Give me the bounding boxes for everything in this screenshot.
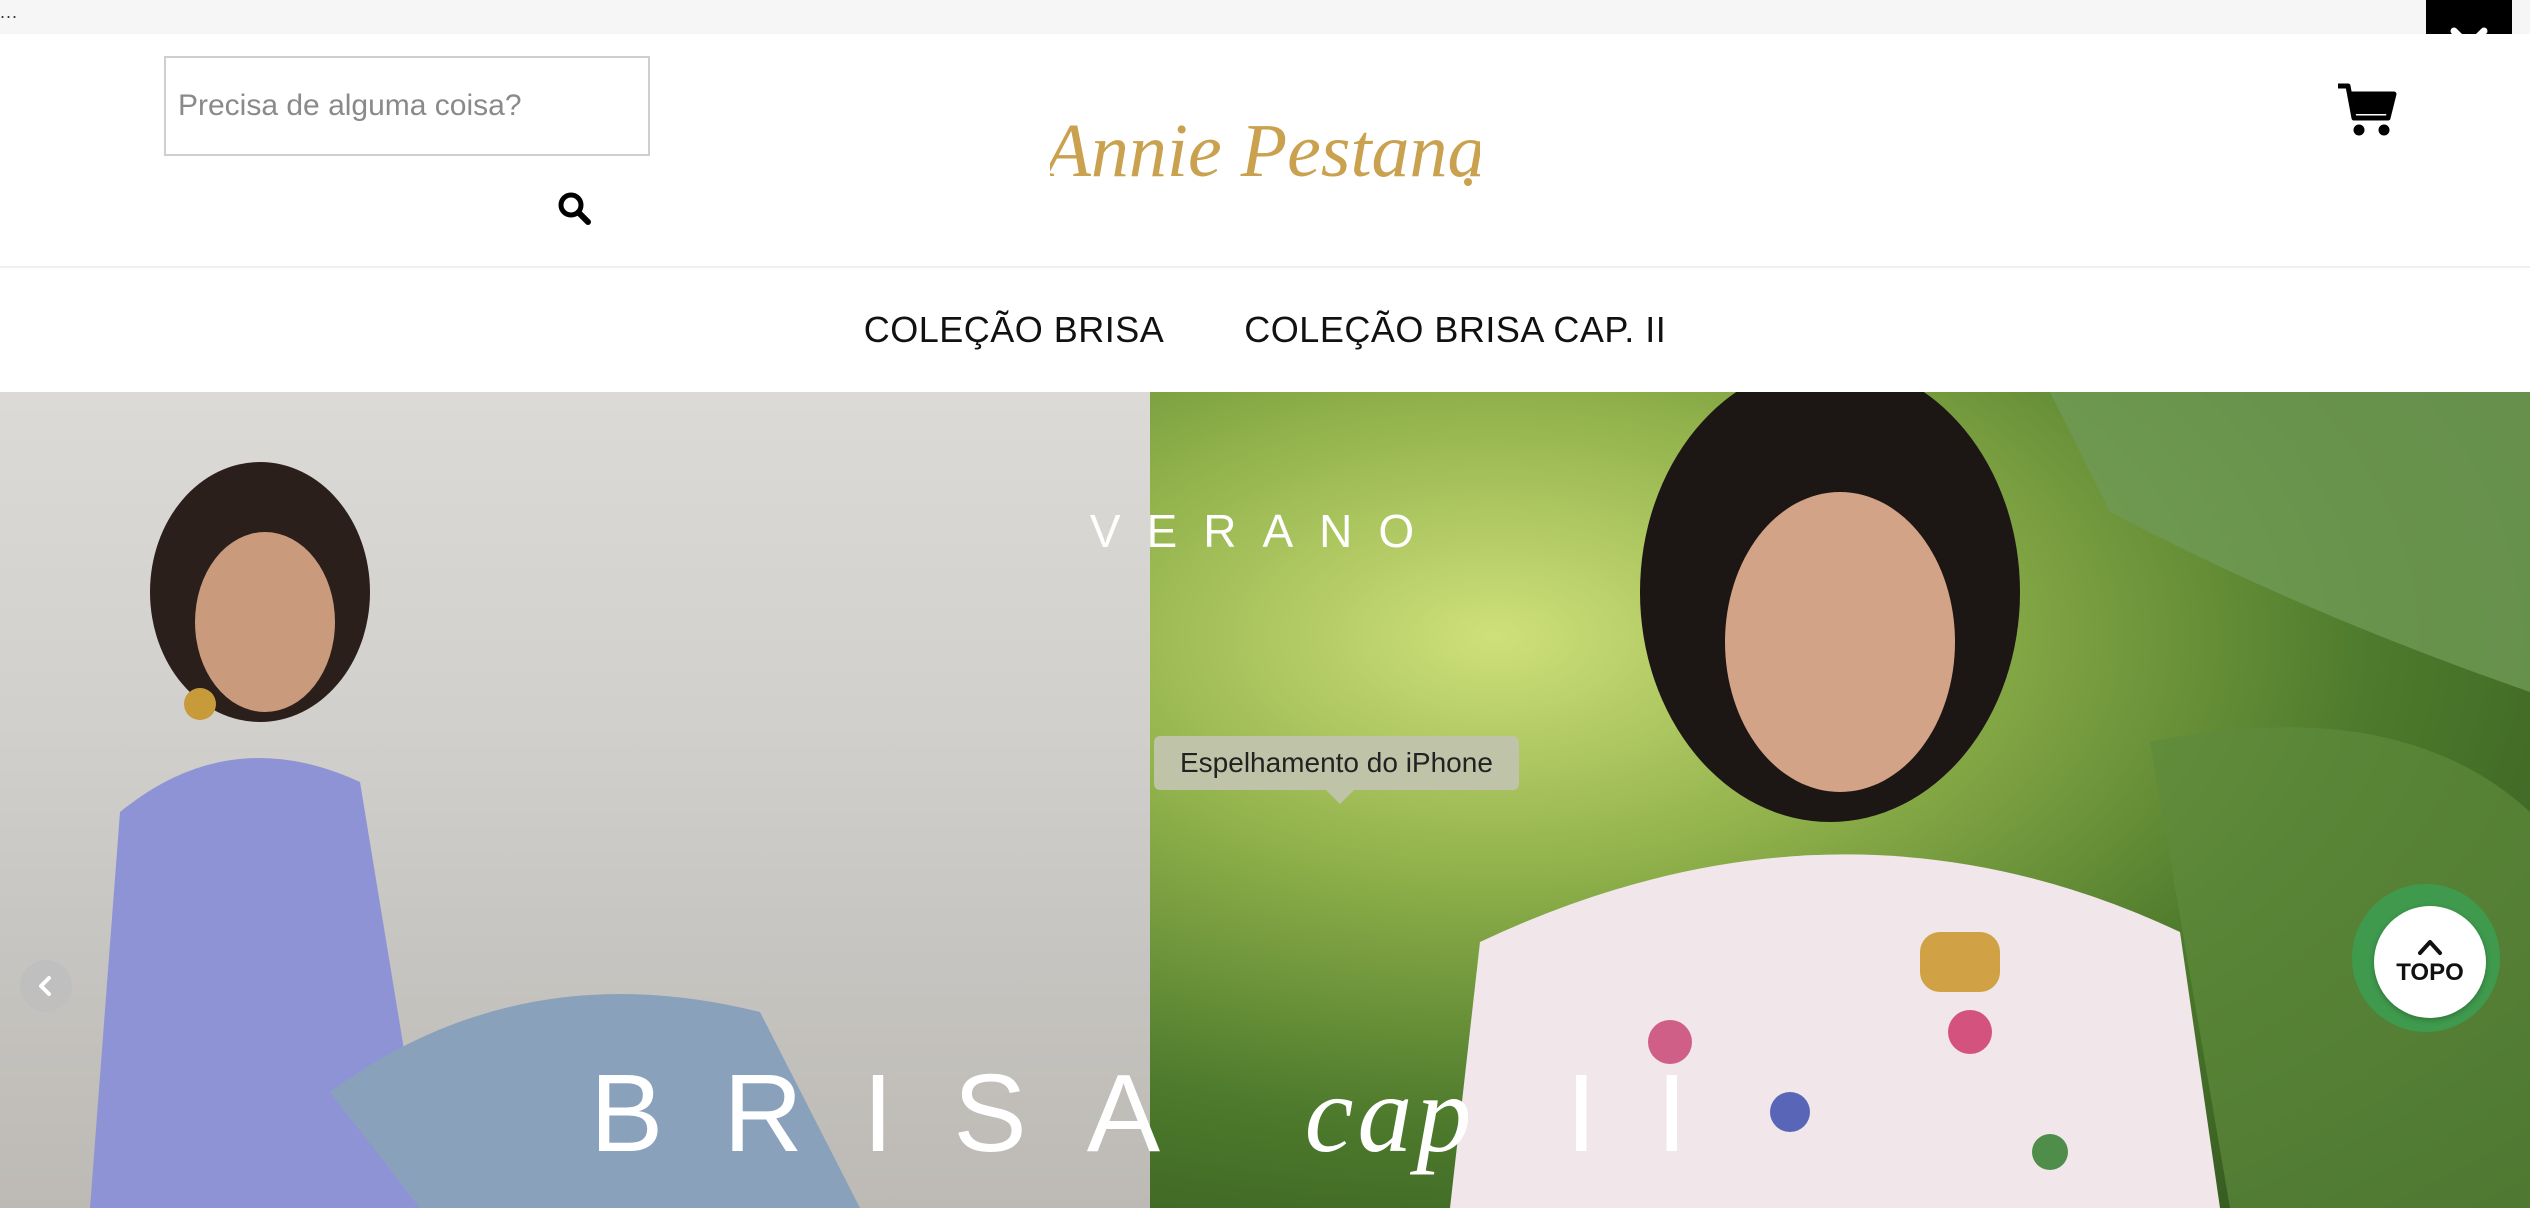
search-input[interactable] — [164, 56, 650, 156]
back-to-top-inner: TOPO — [2374, 906, 2486, 1018]
carousel-prev-button[interactable] — [20, 960, 72, 1012]
cart-button[interactable] — [2336, 78, 2398, 140]
nav-item-colecao-brisa[interactable]: COLEÇÃO BRISA — [864, 309, 1165, 351]
hero-title-brisa-num: II — [1566, 1052, 1748, 1175]
hero-title-verano: VERANO — [1089, 505, 1441, 557]
logo-text: Annie Pestana — [1050, 109, 1480, 193]
search-button[interactable] — [550, 184, 598, 232]
brand-logo[interactable]: Annie Pestana — [1050, 94, 1480, 224]
top-strip: ... — [0, 0, 2530, 34]
hero-banner[interactable]: VERANO BRISA cap II TOPO — [0, 392, 2530, 1208]
hero-title-brisa-cap: cap — [1304, 1053, 1476, 1175]
cart-icon — [2338, 83, 2397, 136]
back-to-top-label: TOPO — [2396, 959, 2464, 986]
page: ... Annie Pestana COLEÇÃO — [0, 0, 2530, 1208]
site-header: Annie Pestana — [0, 34, 2530, 266]
chevron-left-icon — [39, 976, 51, 996]
main-nav: COLEÇÃO BRISA COLEÇÃO BRISA CAP. II — [0, 266, 2530, 392]
search-icon — [558, 192, 591, 225]
hero-title-brisa: BRISA cap II — [590, 1050, 1747, 1178]
nav-item-colecao-brisa-cap-ii[interactable]: COLEÇÃO BRISA CAP. II — [1244, 309, 1666, 351]
iphone-mirroring-tooltip: Espelhamento do iPhone — [1154, 736, 1519, 790]
hero-title-brisa-main: BRISA — [590, 1052, 1215, 1175]
back-to-top-button[interactable]: TOPO — [2352, 884, 2500, 1032]
chevron-up-icon — [2418, 940, 2442, 955]
tooltip-arrow — [1326, 790, 1354, 804]
ellipsis-text: ... — [0, 2, 19, 22]
